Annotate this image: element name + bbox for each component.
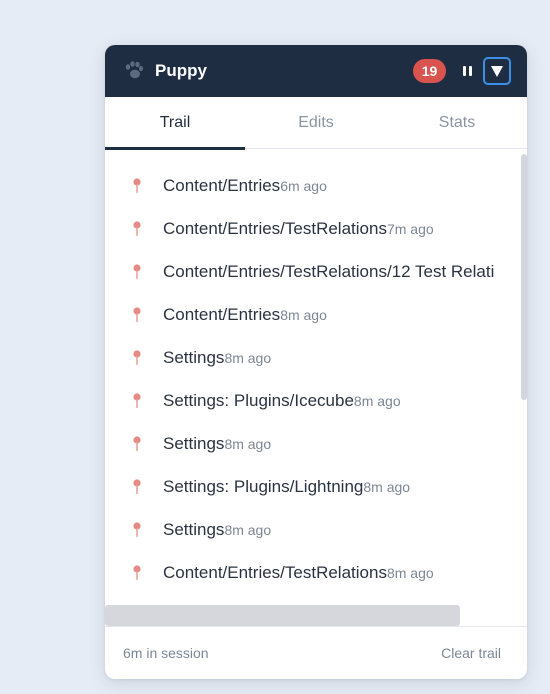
list-item[interactable]: Settings: Plugins/Icecube 8m ago [105, 379, 527, 422]
panel-footer: 6m in session Clear trail [105, 626, 527, 679]
pin-icon [133, 177, 141, 193]
pause-button[interactable] [462, 65, 474, 77]
tab-label: Edits [298, 114, 334, 131]
pin-icon [133, 306, 141, 322]
pin-icon [133, 478, 141, 494]
trail-path: Settings [163, 519, 225, 539]
trail-time: 7m ago [386, 220, 434, 237]
paw-icon [125, 61, 143, 79]
trail-time: 8m ago [224, 521, 272, 538]
trail-time: 8m ago [280, 306, 327, 323]
trail-time: 6m ago [280, 177, 327, 194]
tab-label: Stats [438, 114, 476, 131]
trail-time: 8m ago [363, 478, 411, 495]
tab-stats[interactable]: Stats [387, 97, 527, 149]
pin-icon [133, 564, 141, 580]
trail-time: 8m ago [224, 349, 272, 366]
list-item[interactable]: Content/Entries/TestRelations 7m ago [105, 207, 527, 250]
trail-time: 8m ago [224, 435, 272, 452]
trail-path: Settings [163, 347, 225, 367]
list-item[interactable]: Settings: Plugins/Lightning 8m ago [105, 465, 527, 508]
triangle-down-icon [491, 66, 503, 77]
list-item[interactable]: Content/Entries/TestRelations 8m ago [105, 551, 527, 594]
tab-trail[interactable]: Trail [105, 97, 245, 150]
trail-path: Settings: Plugins/Lightning [163, 476, 364, 496]
trail-path: Settings [163, 433, 225, 453]
panel-header: Puppy 19 [105, 45, 527, 97]
trail-path: Content/Entries [163, 175, 281, 195]
trail-path: Content/Entries/TestRelations/12 Test Re… [163, 261, 495, 281]
trail-path: Content/Entries [163, 304, 281, 324]
pin-icon [133, 521, 141, 537]
tab-bar: Trail Edits Stats [105, 97, 527, 150]
list-item[interactable]: Content/Entries 8m ago [105, 293, 527, 336]
pause-icon [463, 66, 466, 76]
tab-edits[interactable]: Edits [246, 97, 386, 149]
session-duration: 6m in session [123, 645, 209, 661]
tab-label: Trail [159, 114, 191, 131]
pin-icon [133, 220, 141, 236]
pin-icon [133, 392, 141, 408]
trail-path: Content/Entries/TestRelations [163, 218, 387, 238]
list-item[interactable]: Settings 8m ago [105, 508, 527, 551]
pin-icon [133, 435, 141, 451]
pin-icon [133, 263, 141, 279]
collapse-toggle-button[interactable] [483, 57, 511, 85]
trail-list: Content/Entries 6m ago Content/Entries/Te… [105, 164, 527, 594]
horizontal-scrollbar[interactable] [105, 605, 460, 626]
trail-path: Settings: Plugins/Icecube [163, 390, 354, 410]
notification-badge: 19 [413, 59, 446, 83]
trail-list-container: Content/Entries 6m ago Content/Entries/Te… [105, 150, 527, 626]
list-item[interactable]: Settings 8m ago [105, 422, 527, 465]
trail-time: 8m ago [386, 564, 434, 581]
trail-path: Content/Entries/TestRelations [163, 562, 387, 582]
puppy-panel: Puppy 19 Trail Edits Stats Content/Entri… [105, 45, 527, 679]
list-item[interactable]: Settings 8m ago [105, 336, 527, 379]
list-item[interactable]: Content/Entries/TestRelations/12 Test Re… [105, 250, 527, 293]
vertical-scrollbar[interactable] [521, 154, 527, 400]
app-title: Puppy [155, 61, 207, 80]
pin-icon [133, 349, 141, 365]
list-item[interactable]: Content/Entries 6m ago [105, 164, 527, 207]
clear-trail-button[interactable]: Clear trail [441, 645, 501, 661]
trail-time: 8m ago [353, 392, 401, 409]
